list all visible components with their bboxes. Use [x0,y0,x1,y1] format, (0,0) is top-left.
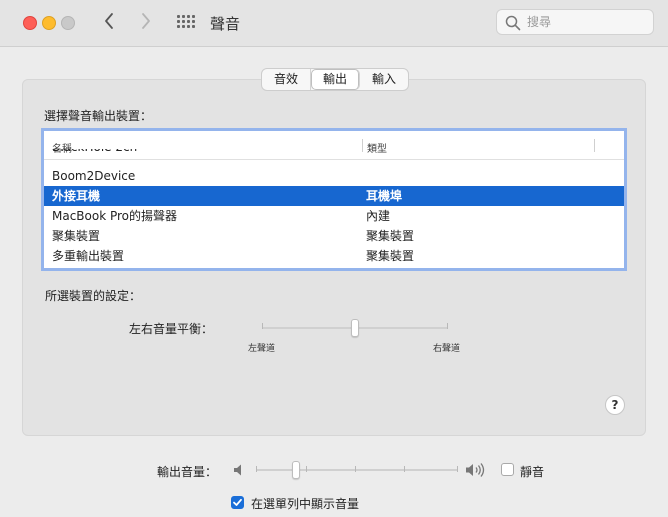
chevron-left-icon [105,13,113,29]
mute-label[interactable]: 靜音 [520,463,544,480]
tab-sound-effects[interactable]: 音效 [262,69,312,90]
volume-track [256,469,458,471]
search-icon [505,15,521,31]
left-channel-label: 左聲道 [248,344,276,354]
table-row[interactable]: Boom2Device [44,166,624,186]
device-settings-heading: 所選裝置的設定： [45,289,142,303]
device-name: Boom2Device [52,169,136,183]
table-row[interactable]: MacBook Pro的揚聲器 內建 [44,206,624,226]
device-type: 內建 [366,209,391,223]
output-device-table[interactable]: 名稱 類型 BlackHole 2ch Boom2Device 外接耳機 耳機埠… [41,128,627,271]
slider-tick [256,466,257,472]
right-channel-label: 右聲道 [433,344,461,354]
device-name: MacBook Pro的揚聲器 [52,209,178,223]
search-field[interactable] [496,9,654,35]
title-bar: 聲音 [0,0,668,47]
volume-knob[interactable] [292,461,301,479]
device-name: BlackHole 2ch [52,149,137,157]
show-volume-in-menubar-checkbox[interactable] [231,496,244,509]
minimize-button[interactable] [42,16,56,30]
slider-tick [306,466,307,472]
zoom-button[interactable] [61,16,75,30]
table-row[interactable]: BlackHole 2ch [44,149,624,159]
sound-preferences-window: 聲音 音效 輸出 輸入 選擇聲音輸出裝置： 名稱 類型 BlackHole 2c… [0,0,668,517]
tab-bar: 音效 輸出 輸入 [261,68,410,91]
tab-output[interactable]: 輸出 [311,69,361,90]
slider-tick [447,323,448,329]
slider-tick [457,466,458,472]
window-title: 聲音 [210,15,241,33]
speaker-high-icon [466,463,485,477]
checkmark-icon [233,498,242,506]
mute-checkbox[interactable] [501,463,514,476]
speaker-low-icon [234,464,241,476]
device-name: 聚集裝置 [52,229,101,243]
device-type: 耳機埠 [366,189,403,203]
table-row[interactable]: 聚集裝置 聚集裝置 [44,226,624,246]
table-row-selected[interactable]: 外接耳機 耳機埠 [44,186,624,206]
back-button[interactable] [98,10,120,34]
slider-tick [404,466,405,472]
slider-tick [355,466,356,472]
chevron-right-icon [142,13,150,29]
slider-tick [262,323,263,329]
show-all-grid-icon[interactable] [177,15,195,31]
balance-label: 左右音量平衡： [129,322,214,336]
device-name: 多重輸出裝置 [52,249,125,263]
close-button[interactable] [23,16,37,30]
show-volume-in-menubar-label[interactable]: 在選單列中顯示音量 [251,495,359,512]
forward-button[interactable] [135,10,157,34]
output-device-heading: 選擇聲音輸出裝置： [44,109,153,123]
balance-knob[interactable] [351,319,359,337]
help-button[interactable]: ? [605,395,625,415]
search-input[interactable] [527,13,645,31]
device-type: 聚集裝置 [366,249,415,263]
table-row[interactable]: 多重輸出裝置 聚集裝置 [44,246,624,266]
device-name: 外接耳機 [52,189,101,203]
output-volume-label: 輸出音量： [157,465,218,479]
tab-input[interactable]: 輸入 [360,69,408,90]
device-type: 聚集裝置 [366,229,415,243]
